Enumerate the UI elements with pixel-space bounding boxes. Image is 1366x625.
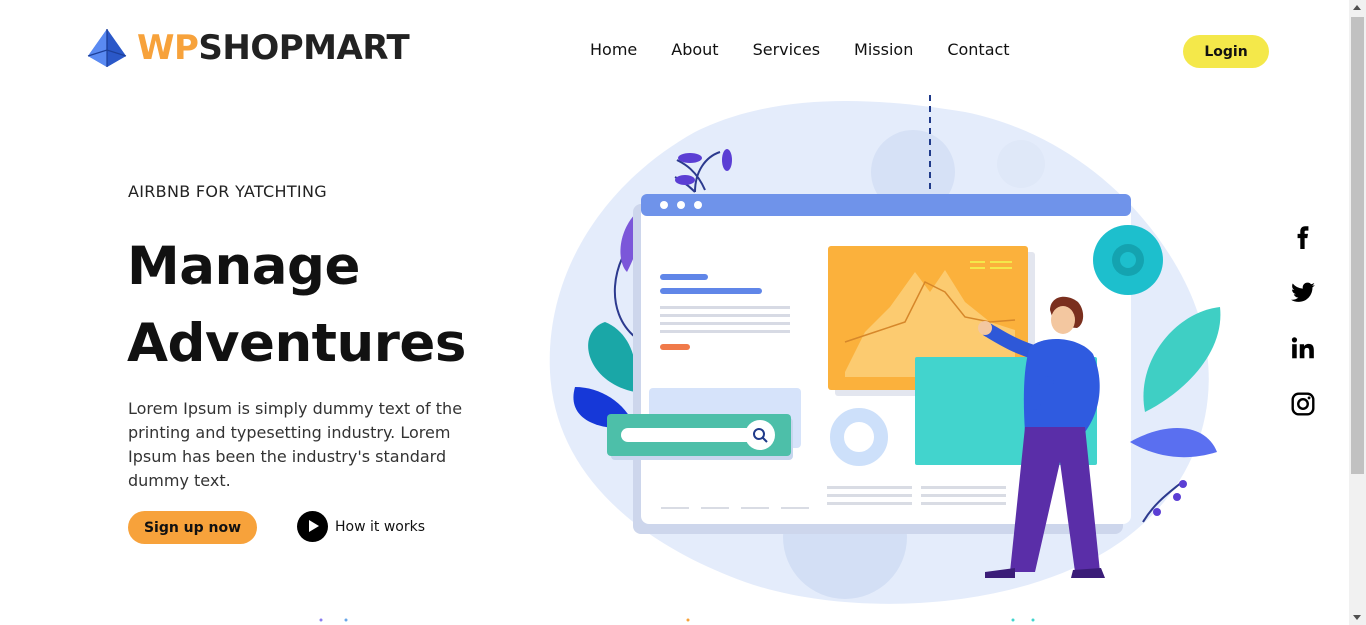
content-line6 <box>660 330 790 333</box>
plant-right-bud2 <box>1173 493 1181 501</box>
social-links <box>1289 222 1317 446</box>
plant-right-bud1 <box>1179 480 1187 488</box>
brand-logo[interactable]: WPSHOPMART <box>85 26 410 70</box>
how-it-works-link[interactable]: How it works <box>297 511 425 542</box>
nav-home[interactable]: Home <box>590 40 637 59</box>
nav-services[interactable]: Services <box>753 40 820 59</box>
gear-teal-hole <box>1120 252 1136 268</box>
footer-dash2 <box>701 507 729 509</box>
window-dot3 <box>694 201 702 209</box>
content-line4 <box>660 314 790 317</box>
main-nav: Home About Services Mission Contact <box>590 40 1010 59</box>
page: WPSHOPMART Home About Services Mission C… <box>0 0 1349 625</box>
login-button[interactable]: Login <box>1183 35 1269 68</box>
content-line2 <box>660 288 762 294</box>
nav-mission[interactable]: Mission <box>854 40 913 59</box>
content-line1 <box>660 274 708 280</box>
linkedin-icon[interactable] <box>1289 334 1317 362</box>
footer-line2 <box>827 494 912 497</box>
scrollbar-thumb[interactable] <box>1351 17 1364 474</box>
content-line3 <box>660 306 790 309</box>
hero-headline-line2: Adventures <box>127 313 466 374</box>
flower-bud3 <box>675 175 695 185</box>
brand-name-part1: WP <box>137 28 199 68</box>
instagram-icon[interactable] <box>1289 390 1317 418</box>
footer-line3 <box>827 502 912 505</box>
facebook-icon[interactable] <box>1289 222 1317 250</box>
footer-line6 <box>921 502 1006 505</box>
content-line5 <box>660 322 790 325</box>
plant-right-bud3 <box>1153 508 1161 516</box>
flower-bud2 <box>722 149 732 171</box>
pyramid-icon <box>87 29 127 67</box>
twitter-icon[interactable] <box>1289 278 1317 306</box>
nav-contact[interactable]: Contact <box>947 40 1009 59</box>
how-it-works-label: How it works <box>335 518 425 535</box>
signup-button[interactable]: Sign up now <box>128 511 257 544</box>
person-torso <box>1023 338 1100 432</box>
search-widget-button <box>745 420 775 450</box>
window-dot2 <box>677 201 685 209</box>
window-dot1 <box>660 201 668 209</box>
footer-line1 <box>827 486 912 489</box>
flower-bud1 <box>678 153 702 163</box>
brand-name: WPSHOPMART <box>137 28 410 68</box>
person-hand <box>978 321 992 335</box>
footer-dash4 <box>781 507 809 509</box>
decorative-dots <box>319 618 1035 622</box>
brand-name-part2: SHOPMART <box>198 28 410 68</box>
scroll-down-arrow-icon[interactable] <box>1353 615 1361 620</box>
footer-dash3 <box>741 507 769 509</box>
page-scrollbar[interactable] <box>1349 0 1366 625</box>
gear-bg-small <box>997 140 1045 188</box>
content-tag <box>660 344 690 350</box>
hero-illustration <box>549 95 1221 604</box>
hero-headline-line1: Manage <box>127 236 360 297</box>
browser-titlebar <box>641 194 1131 216</box>
nav-about[interactable]: About <box>671 40 718 59</box>
scroll-up-arrow-icon[interactable] <box>1353 5 1361 10</box>
hero-headline: Manage Adventures <box>127 228 466 382</box>
hero-eyebrow: AIRBNB FOR YATCHTING <box>128 182 327 201</box>
footer-dash1 <box>661 507 689 509</box>
play-icon <box>297 511 328 542</box>
footer-line4 <box>921 486 1006 489</box>
person-face <box>1051 306 1075 334</box>
footer-line5 <box>921 494 1006 497</box>
hero-description: Lorem Ipsum is simply dummy text of the … <box>128 399 463 490</box>
